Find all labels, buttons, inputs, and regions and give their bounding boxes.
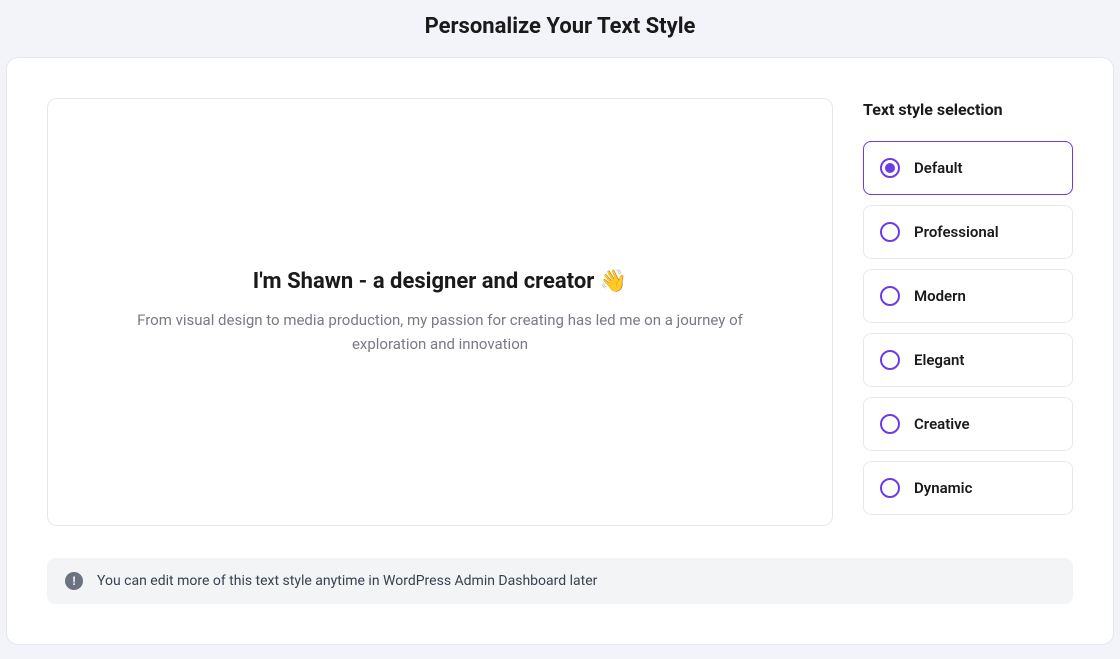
preview-subtext: From visual design to media production, …	[100, 308, 780, 356]
option-label: Elegant	[914, 351, 964, 369]
content-row: I'm Shawn - a designer and creator 👋 Fro…	[47, 98, 1073, 526]
preview-heading: I'm Shawn - a designer and creator 👋	[253, 269, 627, 294]
style-option-creative[interactable]: Creative	[863, 397, 1073, 451]
style-option-dynamic[interactable]: Dynamic	[863, 461, 1073, 515]
radio-icon	[880, 286, 900, 306]
option-label: Creative	[914, 415, 970, 433]
style-option-default[interactable]: Default	[863, 141, 1073, 195]
option-label: Modern	[914, 287, 966, 305]
info-icon: !	[65, 572, 83, 590]
main-card: I'm Shawn - a designer and creator 👋 Fro…	[6, 57, 1114, 645]
selection-title: Text style selection	[863, 100, 1073, 119]
radio-icon	[880, 414, 900, 434]
style-selection-panel: Text style selection Default Professiona…	[863, 98, 1073, 526]
option-label: Dynamic	[914, 479, 972, 497]
style-option-modern[interactable]: Modern	[863, 269, 1073, 323]
radio-icon	[880, 158, 900, 178]
style-option-professional[interactable]: Professional	[863, 205, 1073, 259]
info-text: You can edit more of this text style any…	[97, 573, 597, 589]
preview-box: I'm Shawn - a designer and creator 👋 Fro…	[47, 98, 833, 526]
page-title: Personalize Your Text Style	[0, 0, 1120, 57]
style-option-elegant[interactable]: Elegant	[863, 333, 1073, 387]
radio-icon	[880, 222, 900, 242]
radio-icon	[880, 478, 900, 498]
info-bar: ! You can edit more of this text style a…	[47, 558, 1073, 604]
option-label: Professional	[914, 223, 999, 241]
option-label: Default	[914, 159, 963, 177]
radio-icon	[880, 350, 900, 370]
